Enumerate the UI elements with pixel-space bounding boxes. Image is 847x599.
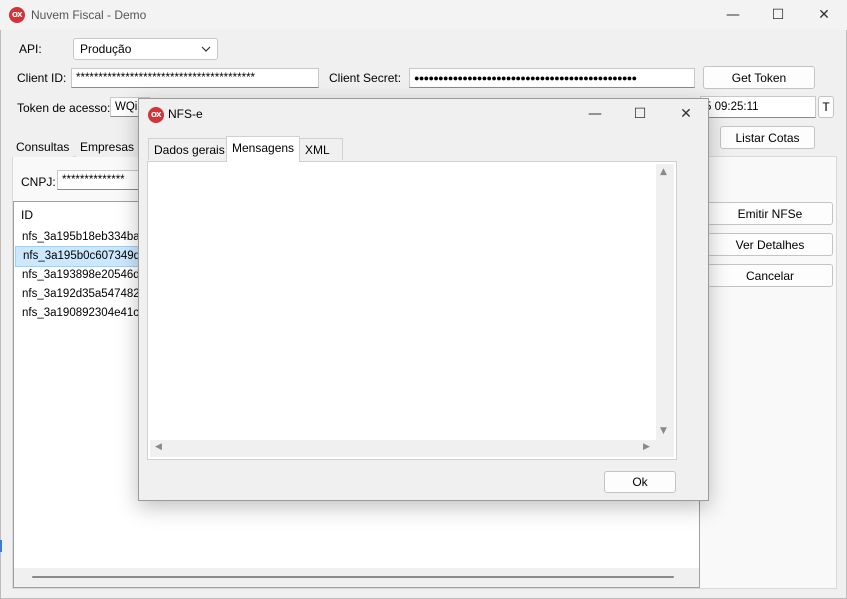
mensagens-textarea[interactable]: [150, 164, 656, 440]
list-item[interactable]: nfs_3a190892304e41c3: [15, 304, 147, 323]
tab-xml[interactable]: XML: [299, 138, 343, 160]
dialog-close-button[interactable]: ✕: [663, 99, 709, 129]
cancelar-button[interactable]: Cancelar: [707, 264, 833, 287]
client-id-label: Client ID:: [17, 71, 67, 85]
api-label: API:: [19, 42, 42, 56]
tab-dados-gerais[interactable]: Dados gerais: [148, 138, 231, 160]
get-token-button[interactable]: Get Token: [703, 66, 815, 89]
app-icon: OX: [9, 7, 25, 23]
list-item[interactable]: nfs_3a192d35a547482c: [15, 285, 147, 304]
maximize-icon: ☐: [633, 106, 647, 122]
dialog-title: NFS-e: [168, 107, 203, 121]
scroll-up-icon[interactable]: ▲: [660, 167, 667, 177]
emitir-nfse-button[interactable]: Emitir NFSe: [707, 202, 833, 225]
close-icon: ✕: [680, 106, 692, 122]
vertical-scrollbar[interactable]: ▲ ▼: [656, 164, 674, 440]
mensagens-panel: ▲ ▼ ◀ ▶: [147, 161, 677, 460]
listar-cotas-button[interactable]: Listar Cotas: [720, 126, 815, 149]
scrollbar-thumb[interactable]: [32, 576, 674, 578]
cnpj-field[interactable]: **************: [57, 170, 142, 190]
tab-mensagens[interactable]: Mensagens: [226, 136, 301, 162]
dialog-maximize-button[interactable]: ☐: [617, 99, 663, 129]
horizontal-scrollbar[interactable]: [14, 568, 699, 587]
maximize-button[interactable]: ☐: [755, 0, 801, 30]
list-item-selected[interactable]: nfs_3a195b0c607349dc: [15, 246, 148, 267]
chevron-down-icon: [201, 46, 211, 52]
scroll-down-icon[interactable]: ▼: [660, 426, 667, 436]
scroll-right-icon[interactable]: ▶: [643, 442, 650, 452]
api-select-value: Produção: [80, 42, 132, 56]
edge-marker: [0, 540, 2, 552]
list-item[interactable]: nfs_3a195b18eb334ba3: [15, 228, 147, 247]
ok-button[interactable]: Ok: [604, 471, 676, 493]
client-id-field[interactable]: ****************************************: [71, 68, 319, 88]
close-button[interactable]: ✕: [801, 0, 847, 30]
tab-empresas[interactable]: Empresas: [76, 137, 139, 157]
scroll-corner: [656, 440, 674, 457]
close-icon: ✕: [818, 7, 830, 23]
nfse-dialog: OX NFS-e — ☐ ✕ Dados gerais Mensagens XM…: [138, 98, 709, 501]
cnpj-label: CNPJ:: [21, 175, 56, 189]
main-titlebar: OX Nuvem Fiscal - Demo — ☐ ✕: [0, 0, 847, 30]
minimize-icon: —: [726, 7, 740, 23]
api-select[interactable]: Produção: [73, 38, 218, 60]
token-expiry-field[interactable]: 5 09:25:11: [700, 96, 816, 118]
minimize-icon: —: [588, 106, 602, 122]
window-title: Nuvem Fiscal - Demo: [31, 8, 147, 22]
dialog-app-icon: OX: [148, 107, 164, 123]
list-item[interactable]: nfs_3a193898e20546d1: [15, 266, 147, 285]
dialog-minimize-button[interactable]: —: [572, 99, 618, 129]
tab-consultas[interactable]: Consultas: [12, 137, 74, 157]
dialog-horizontal-scrollbar[interactable]: ◀ ▶: [150, 440, 656, 457]
t-button[interactable]: T: [818, 96, 834, 118]
list-header-id: ID: [21, 208, 33, 222]
ver-detalhes-button[interactable]: Ver Detalhes: [707, 233, 833, 256]
client-secret-label: Client Secret:: [329, 71, 402, 85]
minimize-button[interactable]: —: [710, 0, 756, 30]
scroll-left-icon[interactable]: ◀: [155, 442, 162, 452]
token-label: Token de acesso:: [17, 101, 111, 115]
maximize-icon: ☐: [771, 7, 785, 23]
client-secret-field[interactable]: ●●●●●●●●●●●●●●●●●●●●●●●●●●●●●●●●●●●●●●●●…: [409, 68, 695, 88]
